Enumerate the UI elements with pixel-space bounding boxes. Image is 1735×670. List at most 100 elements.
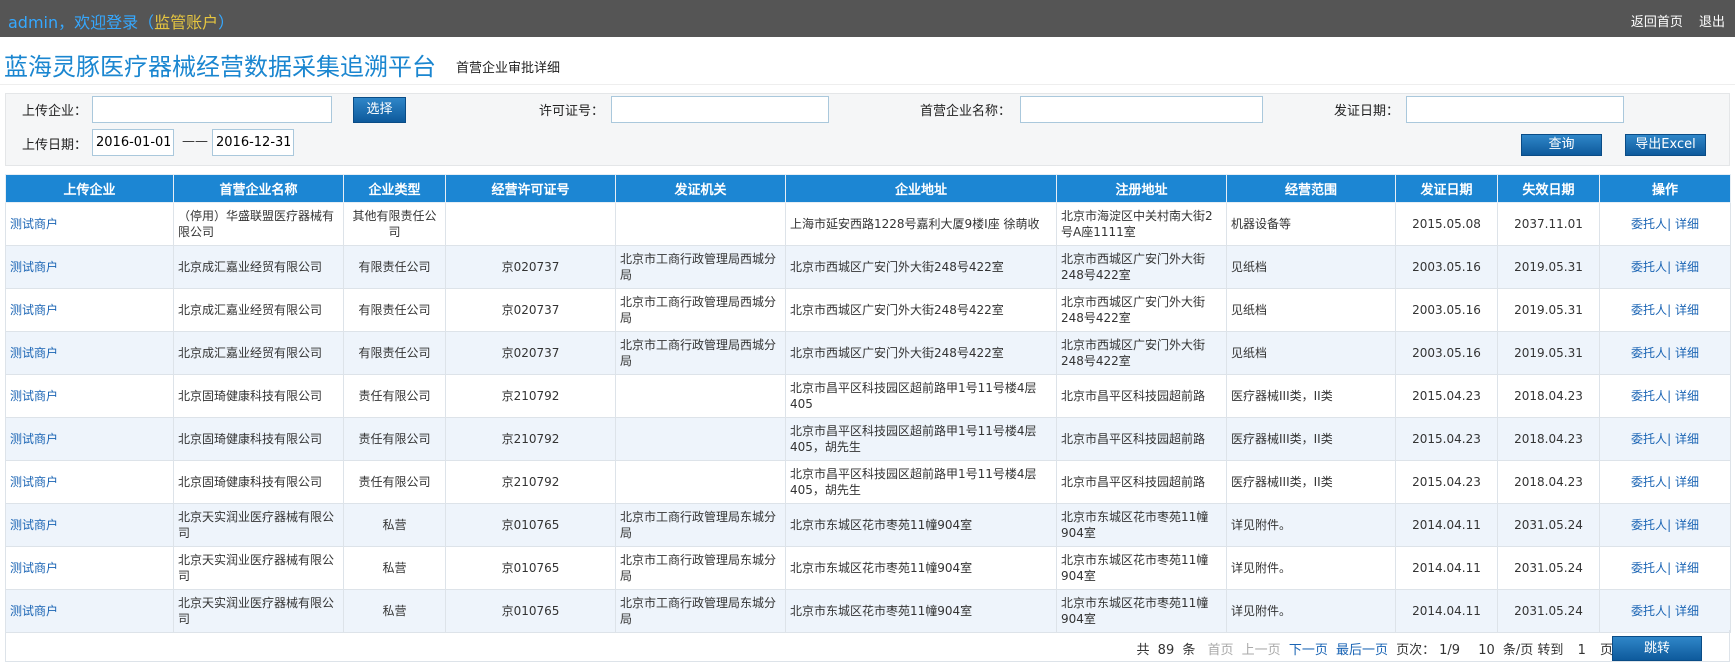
page-subtitle: 首营企业审批详细 [456,61,561,76]
detail-link[interactable]: 详细 [1675,389,1699,403]
upload-company-link[interactable]: 测试商户 [10,346,58,360]
action-separator: | [1667,389,1672,403]
table-cell: 2019.05.31 [1497,288,1600,332]
entrust-link[interactable]: 委托人 [1631,475,1667,489]
issue-date-input[interactable] [1406,96,1624,123]
total-count: 共 89 条 [1137,643,1200,658]
cell-upload-company: 测试商户 [5,460,174,504]
upload-company-link[interactable]: 测试商户 [10,389,58,403]
table-cell: （停用）华盛联盟医疗器械有限公司 [173,202,344,246]
column-header: 企业地址 [785,174,1057,203]
detail-link[interactable]: 详细 [1675,260,1699,274]
entrust-link[interactable]: 委托人 [1631,604,1667,618]
select-button[interactable]: 选择 [353,97,406,123]
jump-button[interactable]: 跳转 [1612,636,1702,661]
entrust-link[interactable]: 委托人 [1631,561,1667,575]
table-cell [615,202,786,246]
upload-company-link[interactable]: 测试商户 [10,561,58,575]
action-separator: | [1667,475,1672,489]
table-cell: 2015.05.08 [1395,202,1498,246]
detail-link[interactable]: 详细 [1675,432,1699,446]
upload-date-label: 上传日期： [22,138,88,153]
table-cell: 2014.04.11 [1395,589,1498,633]
detail-link[interactable]: 详细 [1675,604,1699,618]
upload-company-link[interactable]: 测试商户 [10,432,58,446]
export-excel-button[interactable]: 导出Excel [1625,134,1706,156]
table-cell: 机器设备等 [1226,202,1396,246]
table-cell: 有限责任公司 [343,245,446,289]
cell-actions: 委托人| 详细 [1599,374,1731,418]
upload-company-input[interactable] [92,96,332,123]
table-row: 测试商户 北京天实润业医疗器械有限公司 私营 京010765 北京市工商行政管理局东城分… [5,589,1731,633]
table-cell: 责任有限公司 [343,374,446,418]
logout-link[interactable]: 退出 [1699,15,1725,30]
detail-link[interactable]: 详细 [1675,475,1699,489]
cell-upload-company: 测试商户 [5,288,174,332]
upload-company-link[interactable]: 测试商户 [10,475,58,489]
date-from-input[interactable] [92,129,174,156]
license-input[interactable] [611,96,829,123]
entrust-link[interactable]: 委托人 [1631,432,1667,446]
table-cell: 私营 [343,546,446,590]
cell-actions: 委托人| 详细 [1599,589,1731,633]
upload-company-link[interactable]: 测试商户 [10,518,58,532]
action-separator: | [1667,432,1672,446]
upload-company-link[interactable]: 测试商户 [10,260,58,274]
detail-link[interactable]: 详细 [1675,518,1699,532]
query-button[interactable]: 查询 [1521,134,1602,156]
entrust-link[interactable]: 委托人 [1631,518,1667,532]
table-cell: 北京天实润业医疗器械有限公司 [173,589,344,633]
detail-link[interactable]: 详细 [1675,346,1699,360]
table-cell: 北京市海淀区中关村南大街2号A座1111室 [1056,202,1227,246]
cell-actions: 委托人| 详细 [1599,245,1731,289]
detail-link[interactable]: 详细 [1675,217,1699,231]
table-cell: 京010765 [445,589,616,633]
table-cell: 北京成汇嘉业经贸有限公司 [173,288,344,332]
table-cell [615,374,786,418]
table-row: 测试商户 北京固琦健康科技有限公司 责任有限公司 京210792 北京市昌平区科技园区超… [5,460,1731,504]
first-company-input[interactable] [1020,96,1263,123]
action-separator: | [1667,260,1672,274]
table-cell: 北京市工商行政管理局西城分局 [615,331,786,375]
entrust-link[interactable]: 委托人 [1631,260,1667,274]
total-value: 89 [1157,643,1175,658]
upload-company-link[interactable]: 测试商户 [10,217,58,231]
cell-upload-company: 测试商户 [5,546,174,590]
column-header: 发证日期 [1395,174,1498,203]
date-to-input[interactable] [212,129,294,156]
goto-page-input[interactable]: 1 [1578,643,1586,658]
table-cell: 2015.04.23 [1395,417,1498,461]
table-row: 测试商户 北京成汇嘉业经贸有限公司 有限责任公司 京020737 北京市工商行政管理局西… [5,245,1731,289]
entrust-link[interactable]: 委托人 [1631,217,1667,231]
cell-actions: 委托人| 详细 [1599,460,1731,504]
action-separator: | [1667,346,1672,360]
table-cell: 京010765 [445,546,616,590]
upload-company-link[interactable]: 测试商户 [10,303,58,317]
detail-link[interactable]: 详细 [1675,303,1699,317]
first-page-link[interactable]: 首页 [1208,643,1234,658]
table-row: 测试商户 北京天实润业医疗器械有限公司 私营 京010765 北京市工商行政管理局东城分… [5,546,1731,590]
last-page-link[interactable]: 最后一页 [1336,643,1388,658]
prev-page-link[interactable]: 上一页 [1242,643,1281,658]
detail-link[interactable]: 详细 [1675,561,1699,575]
home-link[interactable]: 返回首页 [1631,15,1683,30]
per-page-value[interactable]: 10 [1478,643,1495,658]
next-page-link[interactable]: 下一页 [1289,643,1328,658]
entrust-link[interactable]: 委托人 [1631,346,1667,360]
table-cell: 2014.04.11 [1395,546,1498,590]
action-separator: | [1667,217,1672,231]
table-cell: 有限责任公司 [343,331,446,375]
table-cell: 见纸档 [1226,288,1396,332]
table-cell: 2031.05.24 [1497,589,1600,633]
cell-upload-company: 测试商户 [5,331,174,375]
top-bar: admin，欢迎登录（监管账户） 返回首页 退出 [0,0,1735,37]
entrust-link[interactable]: 委托人 [1631,389,1667,403]
cell-upload-company: 测试商户 [5,503,174,547]
entrust-link[interactable]: 委托人 [1631,303,1667,317]
table-cell: 北京市昌平区科技园超前路 [1056,417,1227,461]
table-cell: 2015.04.23 [1395,374,1498,418]
column-header: 操作 [1599,174,1731,203]
column-header: 经营许可证号 [445,174,616,203]
cell-upload-company: 测试商户 [5,417,174,461]
upload-company-link[interactable]: 测试商户 [10,604,58,618]
